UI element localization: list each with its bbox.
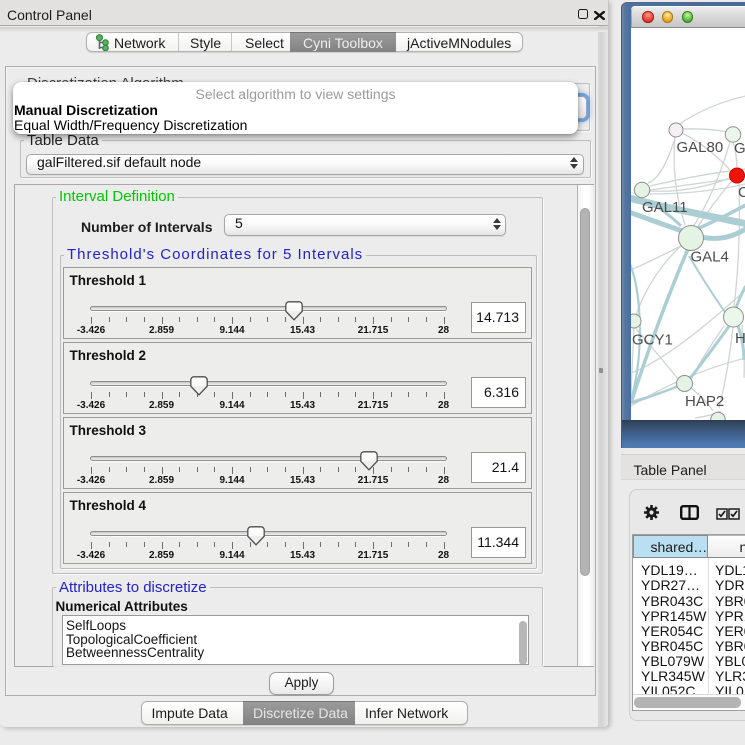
svg-text:C: C — [738, 184, 745, 201]
svg-text:GAL80: GAL80 — [676, 139, 723, 156]
svg-text:GA: GA — [734, 140, 745, 157]
svg-text:H: H — [735, 330, 745, 347]
svg-text:GCY1: GCY1 — [632, 332, 673, 349]
svg-text:HAP2: HAP2 — [685, 393, 724, 410]
svg-text:GAL11: GAL11 — [642, 199, 688, 216]
svg-text:GAL4: GAL4 — [690, 249, 728, 266]
